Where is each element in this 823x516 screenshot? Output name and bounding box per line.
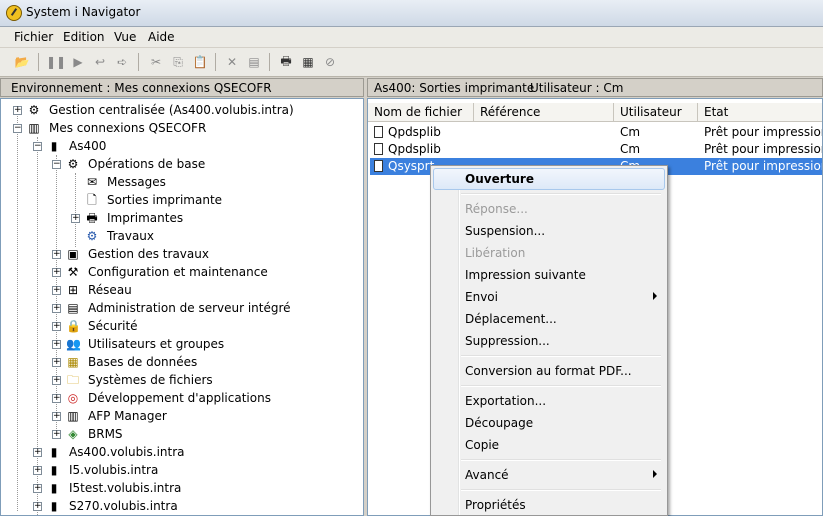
network-icon: ⊞: [67, 283, 79, 297]
brms-icon: ◈: [68, 427, 78, 441]
context-menu: Ouverture Réponse... Suspension... Libér…: [430, 165, 668, 516]
integrated-server-icon: ▤: [67, 301, 79, 315]
afp-manager-icon: ▥: [67, 409, 79, 423]
menu-aide[interactable]: Aide: [148, 30, 175, 44]
file-systems-icon: 🗀: [66, 373, 79, 387]
spool-file-icon: [374, 160, 383, 172]
spool-file-icon: [374, 143, 383, 155]
printer-output-icon: 🗋: [87, 193, 97, 207]
menu-item-suspension[interactable]: Suspension...: [433, 220, 665, 242]
cut-icon[interactable]: ✂: [148, 54, 164, 70]
column-header-etat[interactable]: Etat: [698, 103, 822, 122]
printers-icon: 🖶: [86, 211, 98, 225]
open-folder-icon[interactable]: 📂: [14, 54, 30, 70]
left-pane-header: Environnement : Mes connexions QSECOFR: [0, 78, 364, 97]
security-icon: 🔒: [66, 319, 81, 333]
server-icon: ▮: [50, 139, 58, 153]
delete-icon[interactable]: ✕: [224, 54, 240, 70]
column-header-reference[interactable]: Référence: [474, 103, 614, 122]
connections-icon: ▥: [28, 121, 40, 135]
paste-icon[interactable]: 📋: [192, 54, 208, 70]
toolbar: 📂 ❚❚ ▶ ↩ ➪ ✂ ⎘ 📋 ✕ ▤ 🖶 ▦ ⊘: [0, 48, 823, 77]
users-groups-icon: 👥: [66, 337, 81, 351]
window-title: System i Navigator: [26, 5, 141, 19]
title-bar: System i Navigator: [0, 0, 823, 27]
menu-item-envoi[interactable]: Envoi: [433, 286, 665, 308]
file-row[interactable]: Qpdsplib Cm Prêt pour impression: [370, 141, 822, 158]
jobs-icon: ⚙: [86, 229, 98, 243]
central-management-icon: ⚙: [28, 103, 40, 117]
menu-item-copie[interactable]: Copie: [433, 434, 665, 456]
menu-edition[interactable]: Edition: [63, 30, 105, 44]
messages-icon: ✉: [86, 175, 98, 189]
server-icon: ▮: [50, 445, 58, 459]
stop-icon[interactable]: ⊘: [322, 54, 338, 70]
print-icon[interactable]: 🖶: [278, 54, 294, 70]
release-icon[interactable]: ▶: [70, 54, 86, 70]
menu-item-exportation[interactable]: Exportation...: [433, 390, 665, 412]
menu-item-proprietes[interactable]: Propriétés: [433, 494, 665, 515]
database-icon: ▦: [67, 355, 79, 369]
properties-icon[interactable]: ▤: [246, 54, 262, 70]
file-row[interactable]: Qpdsplib Cm Prêt pour impression: [370, 124, 822, 141]
menu-vue[interactable]: Vue: [114, 30, 136, 44]
configuration-icon: ⚒: [67, 265, 79, 279]
navigation-tree[interactable]: + ⚙ Gestion centralisée (As400.volubis.i…: [0, 98, 364, 516]
menu-fichier[interactable]: Fichier: [14, 30, 53, 44]
menu-item-reponse: Réponse...: [465, 202, 528, 216]
right-pane-header: As400: Sorties imprimante Utilisateur : …: [367, 78, 823, 97]
submenu-arrow-icon: [653, 470, 657, 478]
server-icon: ▮: [50, 481, 58, 495]
menu-item-avance[interactable]: Avancé: [433, 464, 665, 486]
menu-bar: Fichier Edition Vue Aide: [0, 27, 823, 47]
basic-operations-icon: ⚙: [67, 157, 79, 171]
copy-icon[interactable]: ⎘: [170, 54, 186, 70]
menu-item-conversion-pdf[interactable]: Conversion au format PDF...: [433, 360, 665, 382]
work-management-icon: ▣: [67, 247, 79, 261]
menu-item-ouverture[interactable]: Ouverture: [433, 168, 665, 190]
menu-item-deplacement[interactable]: Déplacement...: [433, 308, 665, 330]
menu-item-liberation: Libération: [465, 246, 526, 260]
send-icon[interactable]: ➪: [114, 54, 130, 70]
column-header-nom[interactable]: Nom de fichier: [368, 103, 474, 122]
menu-item-decoupage[interactable]: Découpage: [433, 412, 665, 434]
details-view-icon[interactable]: ▦: [300, 54, 316, 70]
column-header-utilisateur[interactable]: Utilisateur: [614, 103, 698, 122]
app-development-icon: ◎: [67, 391, 79, 405]
server-icon: ▮: [50, 463, 58, 477]
menu-item-suppression[interactable]: Suppression...: [433, 330, 665, 352]
hold-icon[interactable]: ❚❚: [46, 54, 66, 70]
spool-file-icon: [374, 126, 383, 138]
submenu-arrow-icon: [653, 292, 657, 300]
server-icon: ▮: [50, 499, 58, 513]
reply-icon[interactable]: ↩: [92, 54, 108, 70]
app-compass-icon: [6, 5, 22, 21]
menu-item-impression-suivante[interactable]: Impression suivante: [433, 264, 665, 286]
